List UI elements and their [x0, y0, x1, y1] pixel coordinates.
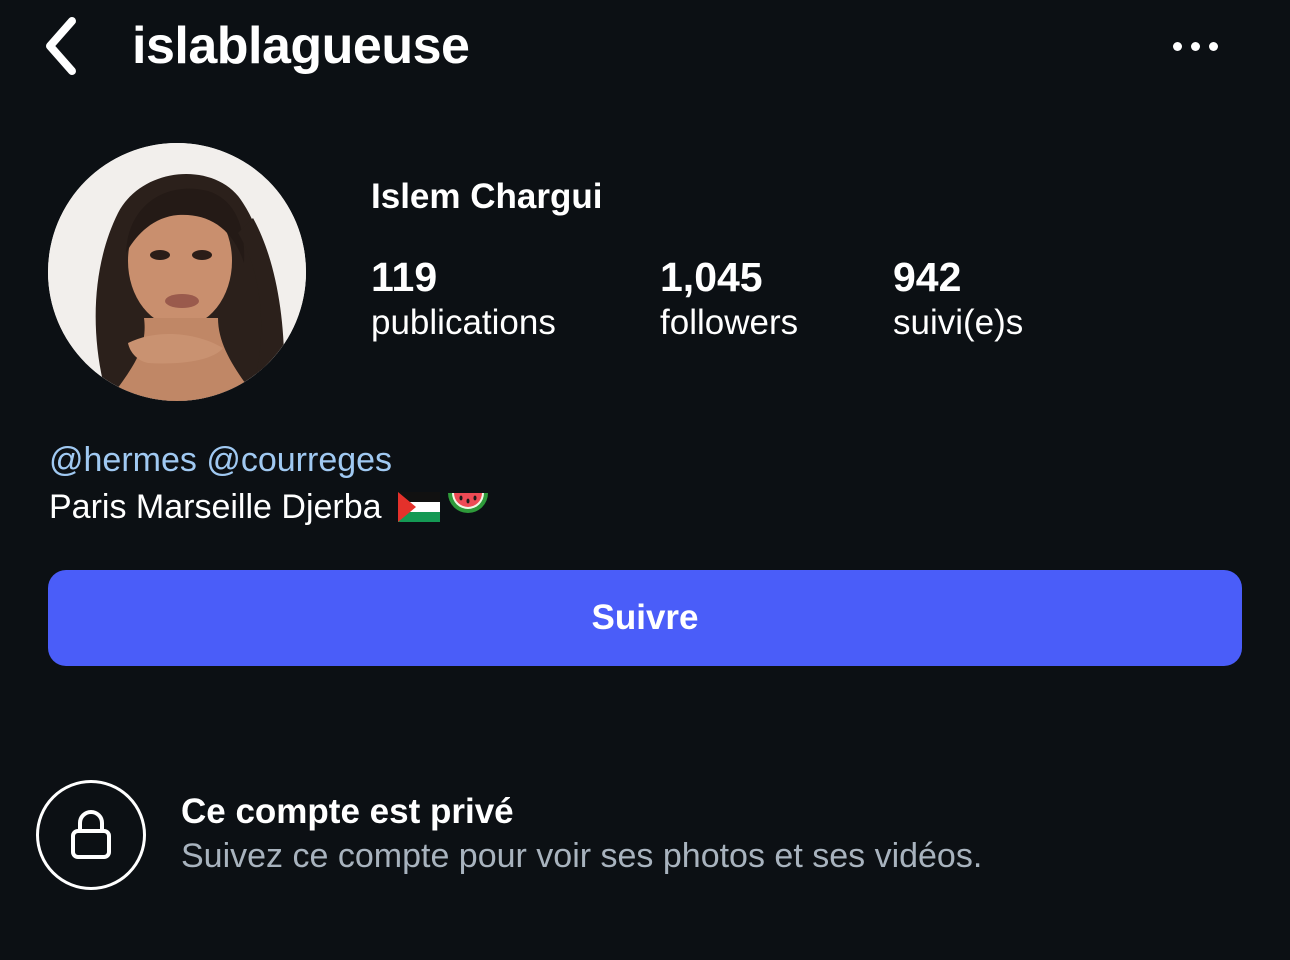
- chevron-left-icon: [46, 17, 76, 75]
- lock-badge: [36, 780, 146, 890]
- bio-mentions: @hermes @courreges: [49, 438, 392, 482]
- profile-avatar[interactable]: [48, 143, 306, 401]
- watermelon-icon: [447, 493, 488, 513]
- palestine-flag-icon: [397, 492, 440, 522]
- more-dot: [1208, 41, 1218, 51]
- stat-publications[interactable]: 119 publications: [371, 254, 556, 346]
- profile-username: islablagueuse: [132, 17, 470, 75]
- profile-display-name: Islem Chargui: [371, 177, 603, 216]
- following-count: 942: [893, 254, 962, 300]
- back-button[interactable]: [30, 14, 90, 78]
- followers-count: 1,045: [660, 254, 763, 300]
- mention-link-hermes[interactable]: @hermes: [49, 441, 197, 479]
- more-dot: [1190, 41, 1200, 51]
- stat-followers[interactable]: 1,045 followers: [660, 254, 798, 346]
- publications-label: publications: [371, 303, 556, 342]
- mention-link-courreges[interactable]: @courreges: [206, 441, 392, 479]
- bio-location-text: Paris Marseille Djerba: [49, 488, 382, 526]
- bio-emojis: [397, 489, 490, 525]
- private-account-title: Ce compte est privé: [181, 792, 514, 831]
- following-label: suivi(e)s: [893, 303, 1024, 342]
- stat-following[interactable]: 942 suivi(e)s: [893, 254, 1023, 346]
- private-account-subtitle: Suivez ce compte pour voir ses photos et…: [181, 837, 983, 875]
- avatar-image: [48, 143, 306, 401]
- more-options-button[interactable]: [1160, 22, 1230, 70]
- bio-text: Paris Marseille Djerba: [49, 485, 490, 529]
- profile-header: islablagueuse: [0, 0, 1290, 92]
- followers-label: followers: [660, 303, 799, 342]
- more-horizontal-icon: [1172, 41, 1182, 51]
- publications-count: 119: [371, 254, 438, 300]
- lock-icon: [71, 810, 111, 859]
- follow-button[interactable]: Suivre: [48, 570, 1242, 666]
